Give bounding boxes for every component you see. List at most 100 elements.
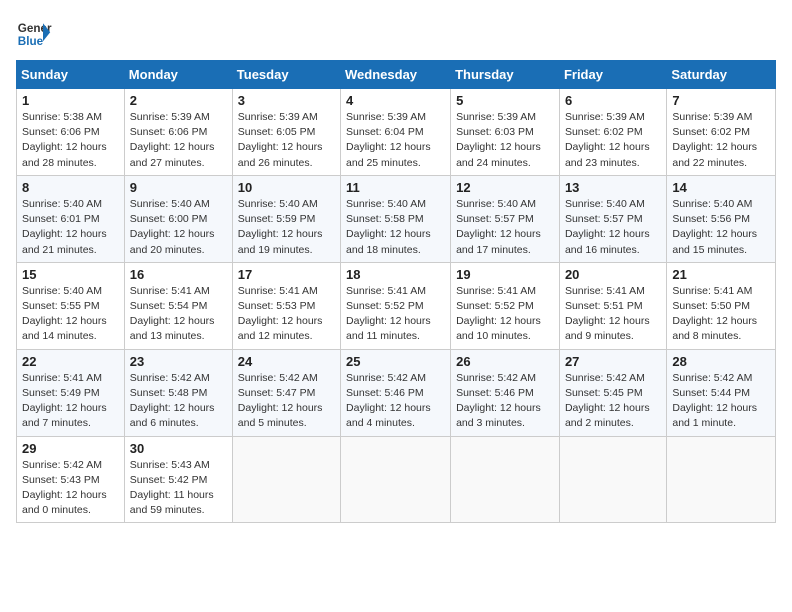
weekday-header-thursday: Thursday [451,61,560,89]
day-number: 23 [130,354,227,369]
weekday-header-tuesday: Tuesday [232,61,340,89]
svg-text:Blue: Blue [18,35,44,48]
calendar-cell: 5 Sunrise: 5:39 AMSunset: 6:03 PMDaylight… [451,89,560,176]
day-number: 4 [346,93,445,108]
day-info: Sunrise: 5:42 AMSunset: 5:48 PMDaylight:… [130,371,227,432]
calendar-cell [341,436,451,523]
day-number: 18 [346,267,445,282]
day-number: 2 [130,93,227,108]
calendar-cell: 4 Sunrise: 5:39 AMSunset: 6:04 PMDaylight… [341,89,451,176]
day-number: 22 [22,354,119,369]
calendar-cell: 26 Sunrise: 5:42 AMSunset: 5:46 PMDayligh… [451,349,560,436]
logo-icon: General Blue [16,16,52,52]
calendar-cell: 23 Sunrise: 5:42 AMSunset: 5:48 PMDayligh… [124,349,232,436]
day-number: 14 [672,180,770,195]
calendar-cell: 30 Sunrise: 5:43 AMSunset: 5:42 PMDayligh… [124,436,232,523]
day-number: 15 [22,267,119,282]
day-info: Sunrise: 5:40 AMSunset: 6:01 PMDaylight:… [22,197,119,258]
day-info: Sunrise: 5:43 AMSunset: 5:42 PMDaylight:… [130,458,227,519]
calendar-cell: 12Sunrise: 5:40 AMSunset: 5:57 PMDayligh… [451,175,560,262]
day-info: Sunrise: 5:42 AMSunset: 5:46 PMDaylight:… [346,371,445,432]
day-info: Sunrise: 5:41 AMSunset: 5:51 PMDaylight:… [565,284,661,345]
day-info: Sunrise: 5:42 AMSunset: 5:43 PMDaylight:… [22,458,119,519]
calendar-cell: 10Sunrise: 5:40 AMSunset: 5:59 PMDayligh… [232,175,340,262]
day-number: 10 [238,180,335,195]
day-number: 5 [456,93,554,108]
calendar-cell: 2Sunrise: 5:39 AMSunset: 6:06 PMDaylight… [124,89,232,176]
day-info: Sunrise: 5:39 AMSunset: 6:02 PMDaylight:… [565,110,661,171]
weekday-header-monday: Monday [124,61,232,89]
day-info: Sunrise: 5:39 AMSunset: 6:04 PMDaylight:… [346,110,445,171]
calendar-cell: 17 Sunrise: 5:41 AMSunset: 5:53 PMDayligh… [232,262,340,349]
day-info: Sunrise: 5:40 AMSunset: 5:56 PMDaylight:… [672,197,770,258]
calendar-week-5: 29 Sunrise: 5:42 AMSunset: 5:43 PMDayligh… [17,436,776,523]
day-number: 30 [130,441,227,456]
calendar-cell: 22 Sunrise: 5:41 AMSunset: 5:49 PMDayligh… [17,349,125,436]
calendar-week-1: 1 Sunrise: 5:38 AMSunset: 6:06 PMDaylight… [17,89,776,176]
day-info: Sunrise: 5:40 AMSunset: 5:55 PMDaylight:… [22,284,119,345]
calendar-cell: 18 Sunrise: 5:41 AMSunset: 5:52 PMDayligh… [341,262,451,349]
calendar-week-3: 15 Sunrise: 5:40 AMSunset: 5:55 PMDayligh… [17,262,776,349]
day-number: 21 [672,267,770,282]
calendar-cell: 27 Sunrise: 5:42 AMSunset: 5:45 PMDayligh… [559,349,666,436]
calendar-cell: 16 Sunrise: 5:41 AMSunset: 5:54 PMDayligh… [124,262,232,349]
day-info: Sunrise: 5:41 AMSunset: 5:54 PMDaylight:… [130,284,227,345]
day-number: 17 [238,267,335,282]
calendar-cell: 28 Sunrise: 5:42 AMSunset: 5:44 PMDayligh… [667,349,776,436]
calendar-cell: 14 Sunrise: 5:40 AMSunset: 5:56 PMDayligh… [667,175,776,262]
calendar-body: 1 Sunrise: 5:38 AMSunset: 6:06 PMDaylight… [17,89,776,523]
calendar-cell: 8 Sunrise: 5:40 AMSunset: 6:01 PMDaylight… [17,175,125,262]
day-info: Sunrise: 5:38 AMSunset: 6:06 PMDaylight:… [22,110,119,171]
day-info: Sunrise: 5:41 AMSunset: 5:49 PMDaylight:… [22,371,119,432]
day-info: Sunrise: 5:40 AMSunset: 5:58 PMDaylight:… [346,197,445,258]
calendar-cell: 1 Sunrise: 5:38 AMSunset: 6:06 PMDaylight… [17,89,125,176]
day-number: 20 [565,267,661,282]
calendar-cell: 21 Sunrise: 5:41 AMSunset: 5:50 PMDayligh… [667,262,776,349]
day-number: 28 [672,354,770,369]
calendar-cell: 13Sunrise: 5:40 AMSunset: 5:57 PMDayligh… [559,175,666,262]
day-number: 19 [456,267,554,282]
day-number: 25 [346,354,445,369]
calendar-cell: 15 Sunrise: 5:40 AMSunset: 5:55 PMDayligh… [17,262,125,349]
calendar-header-row: SundayMondayTuesdayWednesdayThursdayFrid… [17,61,776,89]
calendar-table: SundayMondayTuesdayWednesdayThursdayFrid… [16,60,776,523]
day-number: 27 [565,354,661,369]
calendar-cell: 11 Sunrise: 5:40 AMSunset: 5:58 PMDayligh… [341,175,451,262]
weekday-header-saturday: Saturday [667,61,776,89]
calendar-cell [559,436,666,523]
day-info: Sunrise: 5:41 AMSunset: 5:50 PMDaylight:… [672,284,770,345]
day-info: Sunrise: 5:39 AMSunset: 6:03 PMDaylight:… [456,110,554,171]
day-number: 1 [22,93,119,108]
day-info: Sunrise: 5:41 AMSunset: 5:53 PMDaylight:… [238,284,335,345]
day-info: Sunrise: 5:39 AMSunset: 6:05 PMDaylight:… [238,110,335,171]
calendar-cell [667,436,776,523]
day-number: 9 [130,180,227,195]
calendar-cell: 20 Sunrise: 5:41 AMSunset: 5:51 PMDayligh… [559,262,666,349]
calendar-cell: 24Sunrise: 5:42 AMSunset: 5:47 PMDayligh… [232,349,340,436]
day-number: 26 [456,354,554,369]
weekday-header-wednesday: Wednesday [341,61,451,89]
day-number: 6 [565,93,661,108]
day-number: 12 [456,180,554,195]
day-info: Sunrise: 5:40 AMSunset: 5:57 PMDaylight:… [565,197,661,258]
day-number: 8 [22,180,119,195]
calendar-cell: 9Sunrise: 5:40 AMSunset: 6:00 PMDaylight… [124,175,232,262]
calendar-cell: 7 Sunrise: 5:39 AMSunset: 6:02 PMDaylight… [667,89,776,176]
calendar-cell: 29 Sunrise: 5:42 AMSunset: 5:43 PMDayligh… [17,436,125,523]
day-number: 3 [238,93,335,108]
day-info: Sunrise: 5:42 AMSunset: 5:45 PMDaylight:… [565,371,661,432]
day-info: Sunrise: 5:42 AMSunset: 5:44 PMDaylight:… [672,371,770,432]
day-info: Sunrise: 5:42 AMSunset: 5:46 PMDaylight:… [456,371,554,432]
weekday-header-sunday: Sunday [17,61,125,89]
day-number: 7 [672,93,770,108]
calendar-cell: 3 Sunrise: 5:39 AMSunset: 6:05 PMDaylight… [232,89,340,176]
calendar-week-4: 22 Sunrise: 5:41 AMSunset: 5:49 PMDayligh… [17,349,776,436]
calendar-cell [232,436,340,523]
day-number: 29 [22,441,119,456]
weekday-header-friday: Friday [559,61,666,89]
day-info: Sunrise: 5:39 AMSunset: 6:02 PMDaylight:… [672,110,770,171]
day-info: Sunrise: 5:42 AMSunset: 5:47 PMDaylight:… [238,371,335,432]
day-number: 11 [346,180,445,195]
day-info: Sunrise: 5:41 AMSunset: 5:52 PMDaylight:… [346,284,445,345]
day-number: 16 [130,267,227,282]
